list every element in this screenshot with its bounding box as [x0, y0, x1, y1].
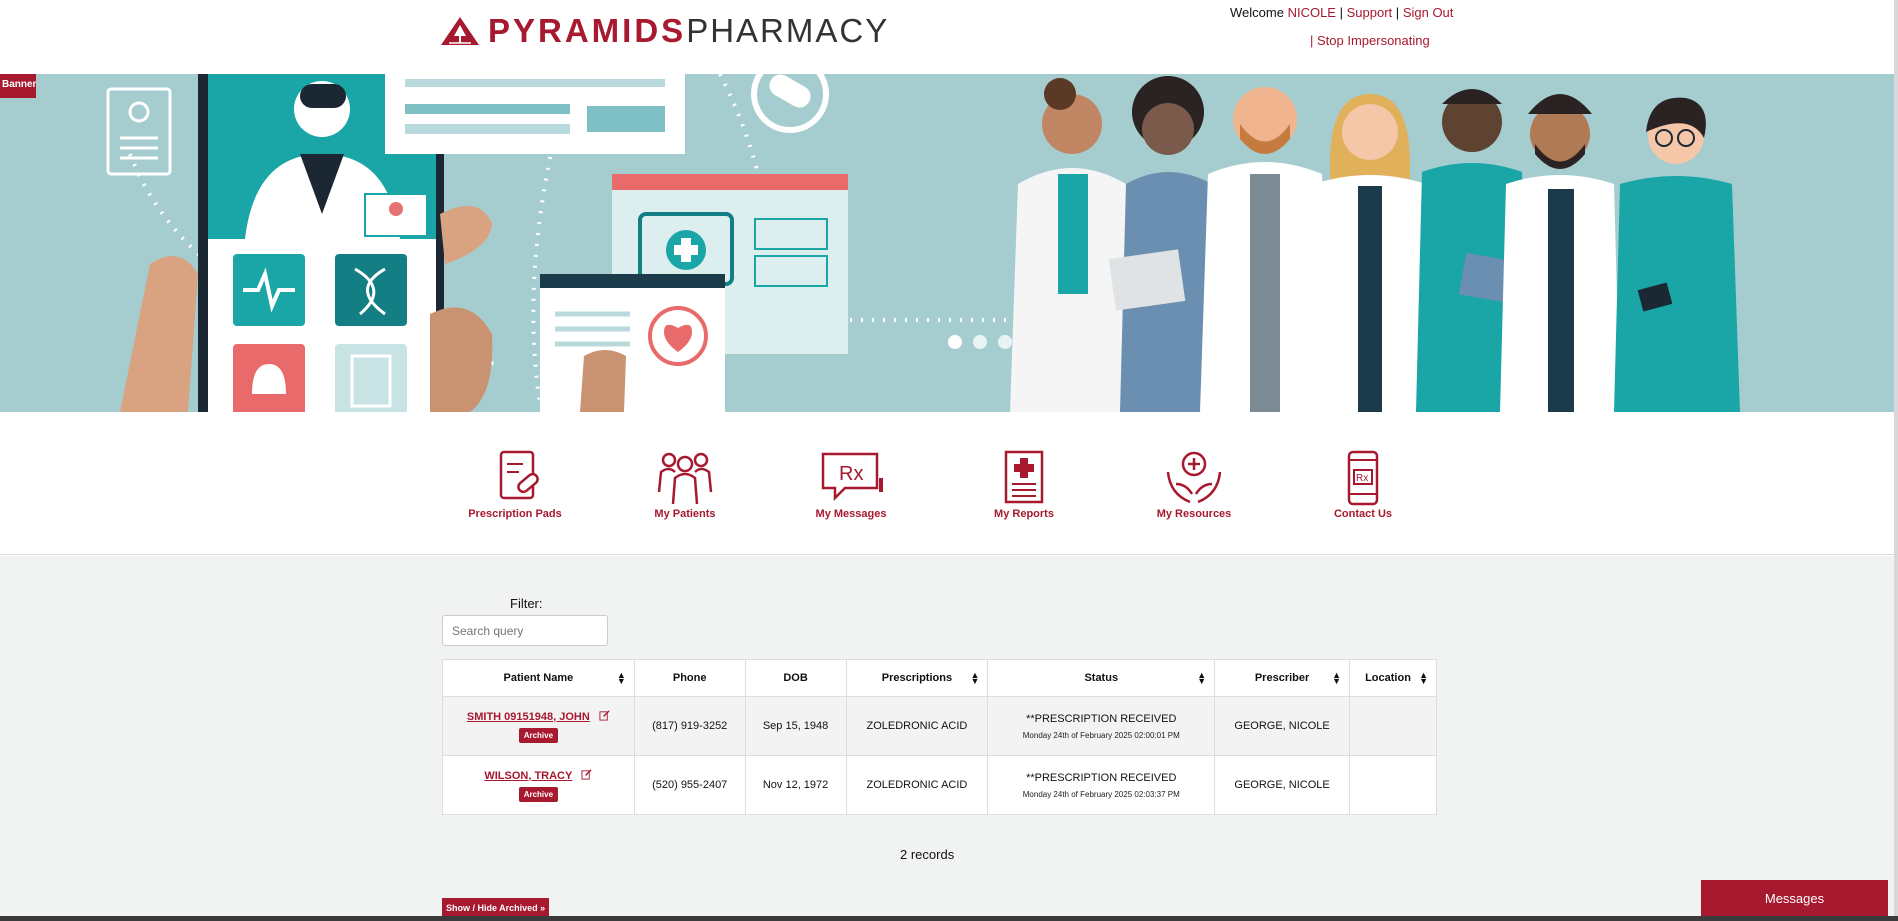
nav-label: My Patients — [654, 508, 716, 520]
user-bar: Welcome NICOLE | Support | Sign Out — [1230, 5, 1453, 20]
nav-label: My Messages — [815, 508, 887, 520]
nav-my-resources[interactable]: My Resources — [1139, 450, 1249, 520]
column-label: Status — [1084, 672, 1119, 684]
healthcare-team-illustration — [0, 74, 1894, 412]
location-cell — [1349, 755, 1437, 815]
patient-name-cell: SMITH 09151948, JOHN Archive — [442, 696, 635, 756]
status-cell: **PRESCRIPTION RECEIVED Monday 24th of F… — [987, 755, 1216, 815]
report-icon — [1004, 450, 1044, 504]
resources-icon — [1166, 451, 1222, 504]
patients-table: Patient Name ▲ ▼ Phone DOB Prescriptions … — [442, 659, 1437, 815]
phone-icon: Rx — [1347, 450, 1379, 506]
status-timestamp: Monday 24th of February 2025 02:03:37 PM — [1022, 789, 1180, 799]
support-link[interactable]: Support — [1347, 5, 1393, 20]
table-row: SMITH 09151948, JOHN Archive (817) 919-3… — [442, 696, 1437, 756]
column-label: DOB — [783, 672, 808, 684]
column-label: Patient Name — [503, 672, 574, 684]
patient-name-cell: WILSON, TRACY Archive — [442, 755, 635, 815]
prescriptions-cell: ZOLEDRONIC ACID — [845, 755, 989, 815]
sign-out-link[interactable]: Sign Out — [1403, 5, 1454, 20]
prescriptions-cell: ZOLEDRONIC ACID — [845, 696, 989, 756]
dob-cell: Nov 12, 1972 — [744, 755, 847, 815]
patients-section: Filter: Patient Name ▲▼ Phone DOB Prescr… — [0, 556, 1894, 921]
records-count: 2 records — [900, 847, 955, 862]
separator: | — [1339, 5, 1343, 20]
quick-navigation: Prescription Pads My Patients Rx My Mess… — [0, 412, 1894, 555]
archive-button[interactable]: Archive — [518, 786, 559, 802]
location-cell — [1349, 696, 1437, 756]
prescriber-cell: GEORGE, NICOLE — [1214, 696, 1350, 756]
sort-icon[interactable]: ▲ ▼ — [1419, 671, 1428, 686]
sort-icon[interactable]: ▲ ▼ — [617, 671, 626, 686]
hero-banner — [0, 74, 1894, 412]
search-input[interactable] — [442, 615, 608, 646]
archive-button[interactable]: Archive — [518, 727, 559, 743]
patients-icon — [657, 452, 713, 505]
column-header-phone: Phone — [633, 659, 746, 697]
pyramids-pharmacy-logo[interactable]: PYRAMIDS PHARMACY — [440, 12, 889, 50]
svg-text:Rx: Rx — [1356, 473, 1368, 484]
brand-primary: PYRAMIDS — [488, 12, 687, 49]
column-header-dob: DOB — [744, 659, 847, 697]
column-header-prescriber[interactable]: Prescriber ▲ ▼ — [1214, 659, 1350, 697]
messages-button[interactable]: Messages — [1701, 880, 1888, 918]
phone-cell: (520) 955-2407 — [633, 755, 746, 815]
nav-prescription-pads[interactable]: Prescription Pads — [460, 450, 570, 520]
edit-icon[interactable] — [599, 709, 610, 721]
svg-text:Rx: Rx — [839, 463, 863, 485]
nav-label: Prescription Pads — [468, 508, 562, 520]
header: PYRAMIDS PHARMACY Welcome NICOLE | Suppo… — [0, 0, 1898, 74]
welcome-text: Welcome — [1230, 5, 1284, 20]
status-cell: **PRESCRIPTION RECEIVED Monday 24th of F… — [987, 696, 1216, 756]
brand-secondary: PHARMACY — [686, 12, 890, 49]
nav-my-reports[interactable]: My Reports — [969, 450, 1079, 520]
bottom-strip — [0, 916, 1898, 921]
pyramid-logo-icon — [441, 17, 479, 45]
nav-contact-us[interactable]: Rx Contact Us — [1308, 450, 1418, 520]
column-header-location[interactable]: Location ▲ ▼ — [1349, 659, 1437, 697]
status-text: **PRESCRIPTION RECEIVED — [1026, 771, 1177, 784]
sort-icon[interactable]: ▲ ▼ — [1197, 671, 1206, 686]
column-label: Prescriptions — [881, 672, 953, 684]
user-name-link[interactable]: NICOLE — [1288, 5, 1336, 20]
prescriber-cell: GEORGE, NICOLE — [1214, 755, 1350, 815]
banner-toggle-tab[interactable]: Banner » — [0, 74, 36, 98]
dob-cell: Sep 15, 1948 — [744, 696, 847, 756]
phone-cell: (817) 919-3252 — [633, 696, 746, 756]
status-text: **PRESCRIPTION RECEIVED — [1026, 712, 1177, 725]
column-header-status[interactable]: Status ▲ ▼ — [987, 659, 1216, 697]
separator: | — [1395, 5, 1400, 20]
nav-label: My Resources — [1156, 508, 1232, 520]
column-header-prescriptions[interactable]: Prescriptions ▲ ▼ — [845, 659, 989, 697]
column-label: Location — [1365, 672, 1411, 684]
status-timestamp: Monday 24th of February 2025 02:00:01 PM — [1022, 730, 1180, 740]
rx-message-icon: Rx — [821, 452, 883, 502]
column-header-patient-name[interactable]: Patient Name ▲ ▼ — [442, 659, 635, 697]
nav-label: Contact Us — [1333, 508, 1393, 520]
scrollbar[interactable] — [1894, 0, 1898, 916]
column-label: Prescriber — [1254, 672, 1310, 684]
table-row: WILSON, TRACY Archive (520) 955-2407 Nov… — [442, 755, 1437, 815]
table-header-row: Patient Name ▲ ▼ Phone DOB Prescriptions … — [442, 659, 1437, 697]
patient-name-link[interactable]: SMITH 09151948, JOHN — [467, 711, 590, 723]
sort-icon[interactable]: ▲ ▼ — [970, 671, 979, 686]
nav-label: My Reports — [994, 508, 1054, 520]
stop-impersonating-link[interactable]: | Stop Impersonating — [1310, 33, 1430, 48]
column-label: Phone — [672, 672, 707, 684]
nav-my-messages[interactable]: Rx My Messages — [796, 450, 906, 520]
sort-icon[interactable]: ▲ ▼ — [1332, 671, 1341, 686]
nav-my-patients[interactable]: My Patients — [630, 450, 740, 520]
filter-label: Filter: — [510, 596, 543, 611]
patient-name-link[interactable]: WILSON, TRACY — [484, 770, 572, 782]
edit-icon[interactable] — [581, 768, 592, 780]
prescription-pad-icon — [499, 450, 539, 500]
